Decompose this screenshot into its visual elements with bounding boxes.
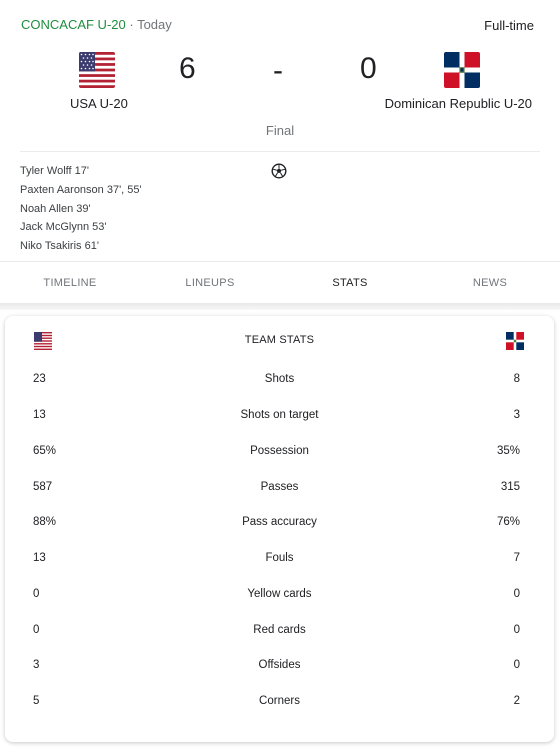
away-stat-value: 3	[513, 409, 520, 421]
scorer-item: Niko Tsakiris 61'	[20, 240, 99, 253]
match-date: Today	[137, 17, 172, 32]
stat-row: 5 Corners 2	[5, 695, 554, 715]
stat-row: 0 Red cards 0	[5, 624, 554, 644]
stat-row: 0 Yellow cards 0	[5, 588, 554, 608]
stat-label: Shots	[264, 373, 295, 385]
dominican-republic-flag-icon	[506, 332, 524, 350]
match-status: Full-time	[484, 18, 534, 33]
stat-label: Yellow cards	[247, 588, 312, 600]
stat-row: 23 Shots 8	[5, 373, 554, 393]
stat-label: Pass accuracy	[242, 516, 317, 528]
goal-scorers-list: Tyler Wolff 17' Paxten Aaronson 37', 55'…	[20, 164, 142, 258]
stat-row: 3 Offsides 0	[5, 659, 554, 679]
away-stat-value: 76%	[496, 516, 520, 528]
match-header: CONCACAF U-20 · Today	[21, 17, 172, 32]
team-stats-card: TEAM STATS 23 Shots 8 13 Shots on target…	[5, 316, 554, 742]
competition-link[interactable]: CONCACAF U-20	[21, 17, 126, 32]
stat-label: Corners	[259, 695, 300, 707]
scorer-item: Paxten Aaronson 37', 55'	[20, 183, 142, 196]
away-stat-value: 0	[513, 588, 520, 600]
tab-news[interactable]: NEWS	[420, 262, 560, 303]
away-stat-value: 0	[513, 659, 520, 671]
score-separator: -	[273, 54, 283, 87]
stat-label: Offsides	[258, 659, 301, 671]
away-stat-value: 315	[500, 481, 520, 493]
away-score: 0	[360, 52, 377, 85]
stat-label: Fouls	[265, 552, 294, 564]
stat-label: Passes	[260, 481, 299, 493]
home-score: 6	[179, 52, 196, 85]
tab-lineups[interactable]: LINEUPS	[140, 262, 280, 303]
tab-timeline[interactable]: TIMELINE	[0, 262, 140, 303]
scorer-item: Tyler Wolff 17'	[20, 165, 89, 177]
stat-row: 13 Shots on target 3	[5, 409, 554, 429]
section-separator	[0, 303, 560, 310]
soccer-ball-icon	[271, 163, 287, 179]
header-separator: ·	[125, 17, 138, 32]
stat-label: Red cards	[253, 624, 306, 636]
stat-row: 65% Possession 35%	[5, 445, 554, 465]
dominican-republic-flag-icon[interactable]	[444, 52, 480, 88]
match-result: Final	[265, 123, 295, 138]
away-stat-value: 0	[513, 624, 520, 636]
stats-title: TEAM STATS	[244, 334, 315, 346]
stat-label: Shots on target	[240, 409, 319, 421]
away-stat-value: 2	[513, 695, 520, 707]
scorer-item: Jack McGlynn 53'	[20, 221, 107, 234]
away-stat-value: 8	[513, 373, 520, 385]
stat-row: 587 Passes 315	[5, 481, 554, 501]
stat-row: 13 Fouls 7	[5, 552, 554, 572]
stat-row: 88% Pass accuracy 76%	[5, 516, 554, 536]
tab-bar: TIMELINE LINEUPS STATS NEWS	[0, 261, 560, 303]
away-stat-value: 7	[513, 552, 520, 564]
scorer-item: Noah Allen 39'	[20, 202, 91, 215]
away-stat-value: 35%	[496, 445, 520, 457]
tab-stats[interactable]: STATS	[280, 262, 420, 303]
stat-label: Possession	[250, 445, 309, 457]
usa-flag-icon[interactable]	[79, 52, 115, 88]
divider	[20, 151, 540, 152]
home-team-name[interactable]: USA U-20	[70, 96, 128, 111]
away-team-name[interactable]: Dominican Republic U-20	[385, 96, 532, 111]
